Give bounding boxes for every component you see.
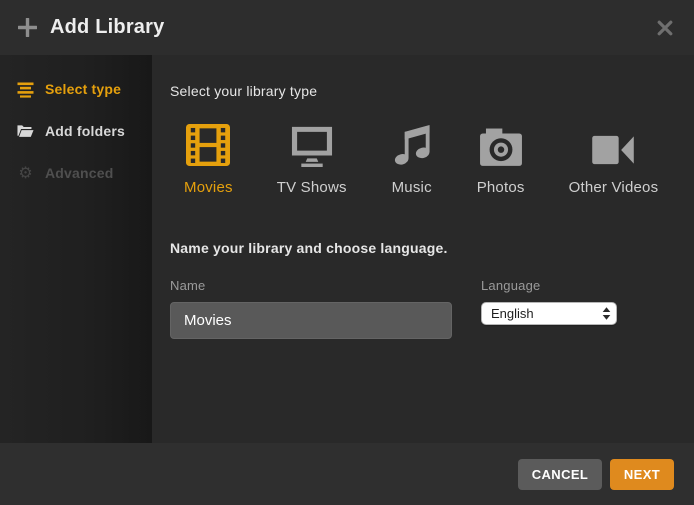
name-field-group: Name <box>170 278 452 339</box>
type-option-tv-shows[interactable]: TV Shows <box>277 123 347 196</box>
sidebar-item-select-type[interactable]: Select type <box>0 68 152 110</box>
name-field-label: Name <box>170 278 452 293</box>
dialog-body: Select type Add folders ⚙ Advanced <box>0 55 694 443</box>
music-note-icon <box>391 123 433 167</box>
next-button[interactable]: NEXT <box>610 459 674 490</box>
language-select[interactable]: English <box>481 302 617 325</box>
sidebar-item-label: Advanced <box>45 165 114 181</box>
select-arrows-icon <box>601 306 612 321</box>
camera-icon <box>479 123 523 167</box>
film-strip-icon <box>185 123 231 167</box>
library-name-input[interactable] <box>170 302 452 339</box>
name-language-row: Name Language English <box>170 278 694 339</box>
type-option-label: Music <box>392 179 432 196</box>
type-option-photos[interactable]: Photos <box>477 123 525 196</box>
wizard-steps-sidebar: Select type Add folders ⚙ Advanced <box>0 55 152 443</box>
dialog-title: Add Library <box>50 16 164 39</box>
language-field-label: Language <box>481 278 617 293</box>
language-field-group: Language English <box>481 278 617 339</box>
sidebar-item-label: Add folders <box>45 123 125 139</box>
video-camera-icon <box>591 123 635 167</box>
select-type-title: Select your library type <box>170 83 694 99</box>
sidebar-item-label: Select type <box>45 81 121 97</box>
name-section-title: Name your library and choose language. <box>170 240 694 256</box>
folder-open-icon <box>17 123 34 140</box>
tv-monitor-icon <box>289 123 335 167</box>
type-option-label: TV Shows <box>277 179 347 196</box>
close-icon[interactable] <box>656 19 674 37</box>
sidebar-item-add-folders[interactable]: Add folders <box>0 110 152 152</box>
gear-icon: ⚙ <box>17 165 34 182</box>
library-type-grid: Movies TV Shows <box>184 123 694 196</box>
type-option-label: Movies <box>184 179 233 196</box>
type-option-label: Photos <box>477 179 525 196</box>
type-list-icon <box>17 81 34 98</box>
dialog-header: Add Library <box>0 0 694 55</box>
type-option-movies[interactable]: Movies <box>184 123 233 196</box>
cancel-button[interactable]: CANCEL <box>518 459 602 490</box>
dialog-footer: CANCEL NEXT <box>0 443 694 505</box>
type-option-other-videos[interactable]: Other Videos <box>569 123 659 196</box>
type-option-label: Other Videos <box>569 179 659 196</box>
language-select-value: English <box>491 306 601 321</box>
type-option-music[interactable]: Music <box>391 123 433 196</box>
plus-icon <box>18 18 37 37</box>
sidebar-item-advanced[interactable]: ⚙ Advanced <box>0 152 152 194</box>
add-library-dialog: Add Library Select type <box>0 0 694 505</box>
main-panel: Select your library type <box>152 55 694 443</box>
